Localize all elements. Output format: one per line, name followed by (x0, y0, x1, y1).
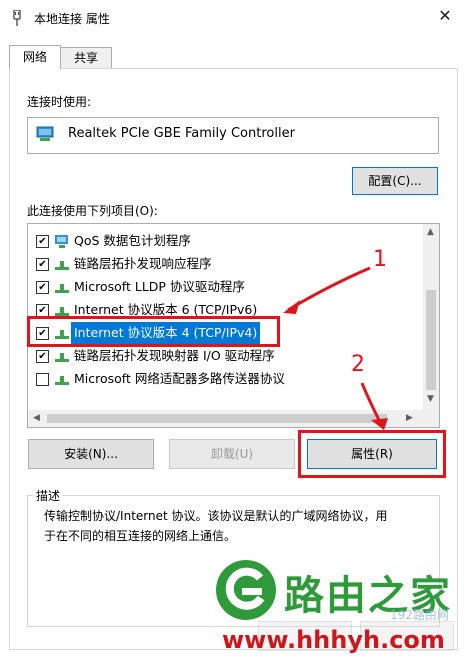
annotation-marker-2: 2 (351, 352, 365, 377)
annotation-marker-1: 1 (373, 247, 387, 272)
router-home-logo-icon (216, 560, 276, 620)
watermark-small: 192路由网 (390, 608, 449, 622)
watermark-url: www.hhhyh.com (222, 626, 445, 654)
tab-network[interactable]: 网络 (9, 45, 61, 70)
